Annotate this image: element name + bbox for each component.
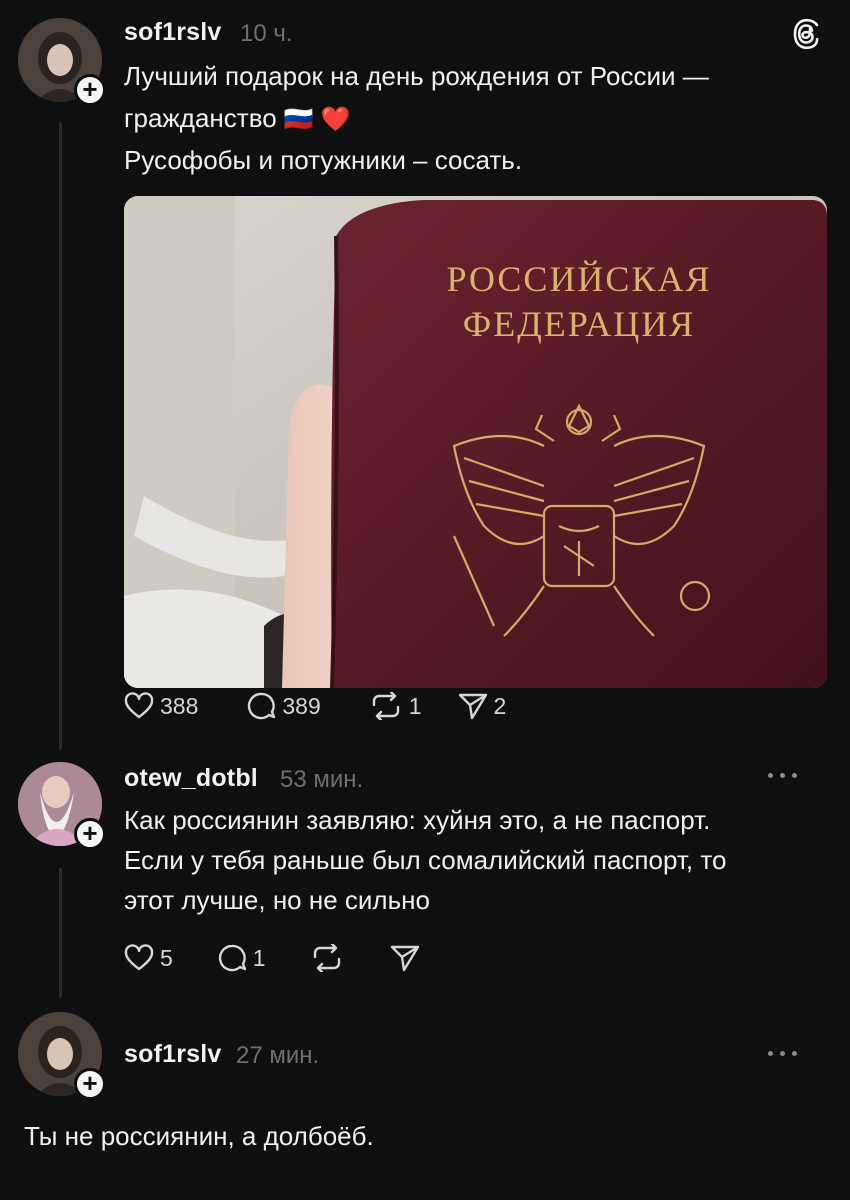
flag-heart-emoji: 🇷🇺 ❤️ (283, 106, 351, 133)
share-count: 2 (493, 692, 507, 719)
follow-button[interactable]: + (74, 74, 106, 106)
reply-text-line1: Как россиянин заявляю: хуйня это, а не п… (124, 805, 711, 835)
repost-icon (313, 944, 340, 972)
reply-text-line3: этот лучше, но не сильно (124, 885, 430, 915)
threads-icon[interactable] (792, 18, 822, 50)
comment-icon (248, 692, 276, 720)
repost-icon (372, 692, 399, 720)
heart-icon (124, 692, 154, 719)
comment-button[interactable]: 389 (246, 691, 321, 721)
follow-button[interactable]: + (74, 818, 106, 850)
like-count: 5 (160, 944, 173, 971)
reply-time: 53 мин. (280, 766, 364, 793)
post-text-line3: Русофобы и потужники – сосать. (124, 145, 523, 175)
comment-count: 1 (252, 944, 266, 971)
repost-count: 1 (408, 692, 422, 719)
like-button[interactable]: 388 (124, 692, 198, 720)
comment-button[interactable]: 1 (217, 943, 266, 973)
reply-time: 27 мин. (236, 1042, 320, 1069)
like-button[interactable]: 5 (124, 944, 173, 972)
repost-button[interactable] (310, 944, 350, 972)
post-text-line1: Лучший подарок на день рождения от Росси… (124, 61, 709, 91)
plus-icon: + (82, 1068, 98, 1098)
post-image[interactable]: РОССИЙСКАЯ ФЕДЕРАЦИЯ (124, 196, 827, 688)
reply-text-line2: Если у тебя раньше был сомалийский паспо… (124, 845, 727, 875)
follow-button[interactable]: + (74, 1068, 106, 1100)
post-actions: 388 389 1 2 (124, 690, 554, 722)
reply-username[interactable]: sof1rslv (124, 1040, 222, 1069)
plus-icon: + (82, 74, 98, 104)
share-icon (390, 945, 419, 972)
share-icon (458, 693, 487, 720)
share-button[interactable]: 2 (458, 692, 507, 720)
more-icon[interactable] (768, 770, 800, 780)
thread-line (59, 868, 62, 998)
comment-count: 389 (282, 692, 321, 719)
more-icon[interactable] (768, 1048, 800, 1058)
repost-button[interactable]: 1 (369, 692, 422, 720)
like-count: 388 (160, 692, 199, 719)
post-username[interactable]: sof1rslv (124, 18, 222, 47)
post-text-line2-label: гражданство (124, 103, 277, 133)
post-time: 10 ч. (240, 20, 293, 47)
passport-title-line1: РОССИЙСКАЯ (447, 259, 712, 299)
reply-actions: 5 1 (124, 942, 474, 974)
comment-icon (218, 944, 246, 972)
post-text-line2: гражданство 🇷🇺 ❤️ (124, 98, 350, 140)
reply-text: Ты не россиянин, а долбоёб. (24, 1121, 374, 1151)
heart-icon (124, 944, 154, 971)
passport-title-line2: ФЕДЕРАЦИЯ (463, 304, 695, 344)
share-button[interactable] (390, 944, 426, 972)
reply-username[interactable]: otew_dotbl (124, 764, 258, 793)
thread-line (59, 122, 62, 750)
plus-icon: + (82, 818, 98, 848)
